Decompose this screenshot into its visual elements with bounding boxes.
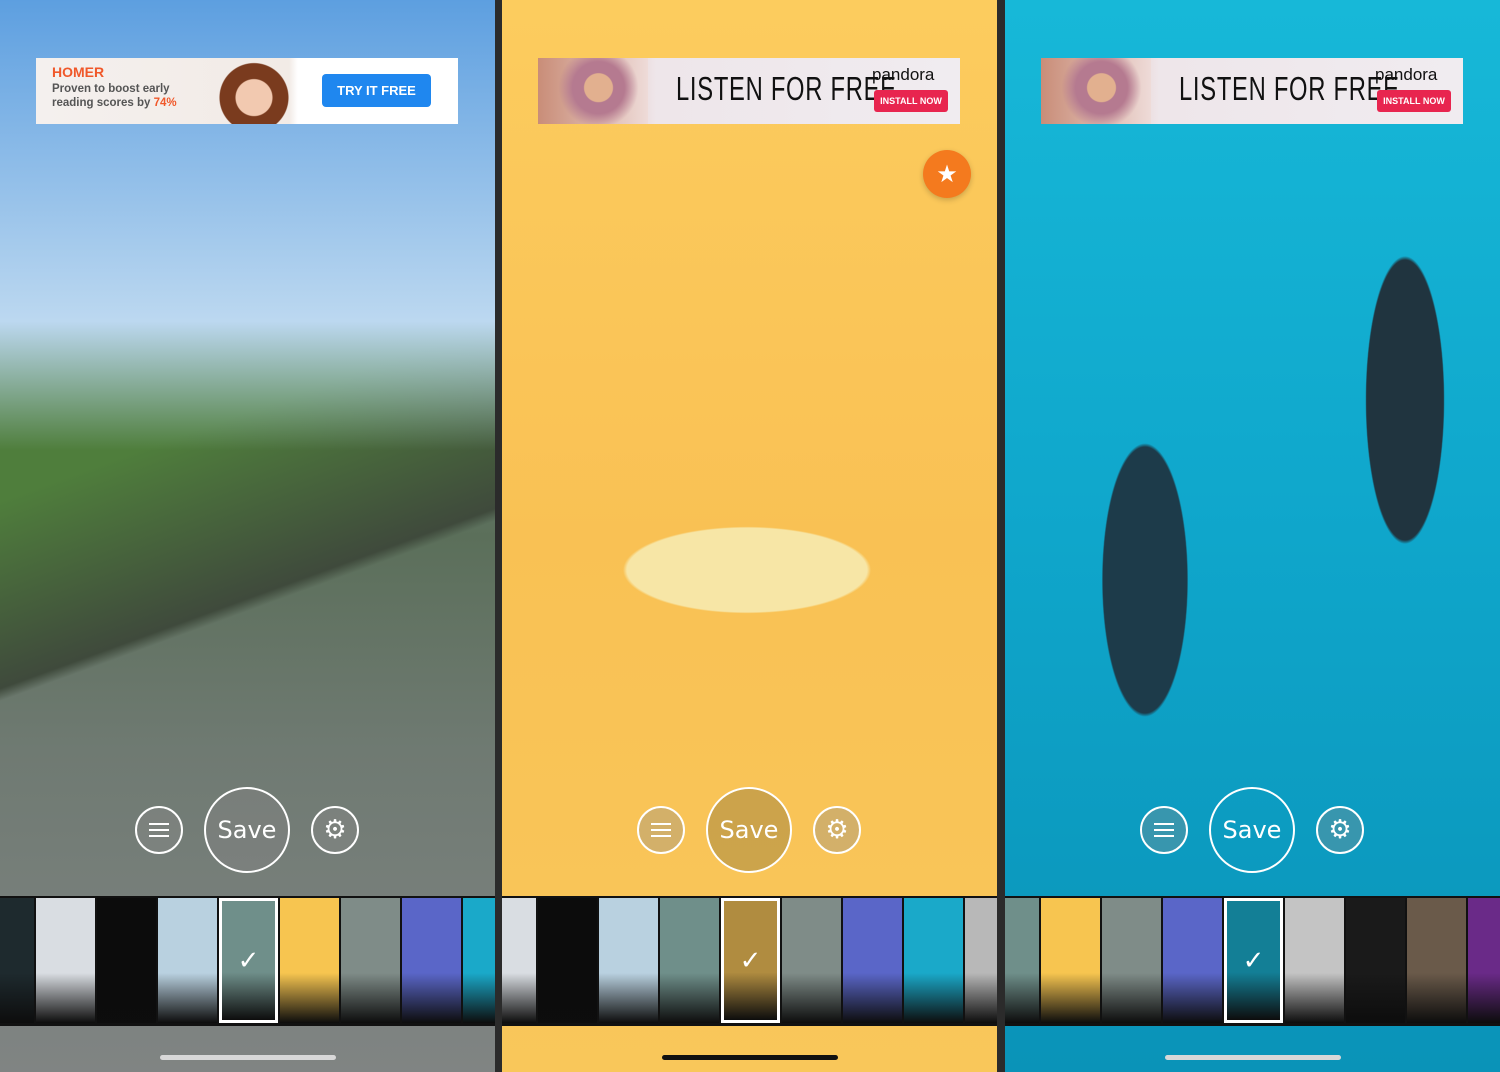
wallpaper-thumbnail[interactable] — [158, 898, 217, 1023]
wallpaper-thumbnail[interactable] — [1041, 898, 1100, 1023]
wallpaper-thumbnail[interactable]: ✓ — [721, 898, 780, 1023]
ad-brand-logo: pandora — [872, 65, 935, 84]
ad-banner[interactable]: LISTEN FOR FREE pandora INSTALL NOW — [538, 58, 960, 124]
list-button[interactable] — [637, 806, 685, 854]
phone-screen-1: HOMER Proven to boost early reading score… — [0, 0, 495, 1072]
home-indicator[interactable] — [1165, 1055, 1341, 1060]
wallpaper-thumbnail[interactable] — [1005, 898, 1039, 1023]
list-button[interactable] — [135, 806, 183, 854]
star-icon: ★ — [936, 160, 958, 188]
ad-highlight: 74% — [153, 97, 177, 109]
wallpaper-thumbnail[interactable] — [0, 898, 34, 1023]
wallpaper-thumbnail[interactable] — [280, 898, 339, 1023]
try-it-free-button[interactable]: TRY IT FREE — [322, 74, 431, 107]
wallpaper-thumbnail[interactable] — [843, 898, 902, 1023]
checkmark-icon: ✓ — [237, 945, 260, 976]
ad-image — [214, 58, 294, 124]
wallpaper-thumbnail[interactable]: ✓ — [1224, 898, 1283, 1023]
wallpaper-thumbnail[interactable] — [1102, 898, 1161, 1023]
settings-button[interactable]: ⚙ — [813, 806, 861, 854]
wallpaper-thumbnail[interactable] — [402, 898, 461, 1023]
wallpaper-thumbnail[interactable] — [599, 898, 658, 1023]
save-button[interactable]: Save — [1209, 787, 1295, 873]
phone-screen-3: LISTEN FOR FREE pandora INSTALL NOW Save ⚙ ✓ — [1005, 0, 1500, 1072]
phone-screen-2: LISTEN FOR FREE pandora INSTALL NOW ★ Save ⚙ ✓ — [502, 0, 997, 1072]
ad-image — [1041, 58, 1151, 124]
install-now-button[interactable]: INSTALL NOW — [1377, 90, 1451, 112]
wallpaper-thumbnail[interactable] — [97, 898, 156, 1023]
ad-banner[interactable]: HOMER Proven to boost early reading score… — [36, 58, 458, 124]
wallpaper-thumbnail[interactable] — [1285, 898, 1344, 1023]
wallpaper-thumbnail[interactable] — [502, 898, 536, 1023]
wallpaper-thumbnail[interactable] — [1163, 898, 1222, 1023]
wallpaper-thumbnail[interactable] — [341, 898, 400, 1023]
home-indicator[interactable] — [160, 1055, 336, 1060]
wallpaper-thumbnail[interactable] — [1407, 898, 1466, 1023]
ad-image — [538, 58, 648, 124]
checkmark-icon: ✓ — [739, 945, 762, 976]
list-icon — [149, 823, 169, 837]
ad-banner[interactable]: LISTEN FOR FREE pandora INSTALL NOW — [1041, 58, 1463, 124]
ad-text: Proven to boost early reading scores by … — [52, 82, 212, 110]
wallpaper-thumbnail-strip[interactable]: ✓ — [502, 896, 997, 1026]
wallpaper-thumbnail-strip[interactable]: ✓ — [0, 896, 495, 1026]
wallpaper-thumbnail-strip[interactable]: ✓ — [1005, 896, 1500, 1026]
list-icon — [651, 823, 671, 837]
gear-icon: ⚙ — [825, 815, 849, 845]
wallpaper-thumbnail[interactable] — [904, 898, 963, 1023]
home-indicator[interactable] — [662, 1055, 838, 1060]
save-button[interactable]: Save — [204, 787, 290, 873]
ad-headline: LISTEN FOR FREE — [1179, 70, 1400, 107]
wallpaper-thumbnail[interactable] — [782, 898, 841, 1023]
wallpaper-thumbnail[interactable] — [538, 898, 597, 1023]
gear-icon: ⚙ — [323, 815, 347, 845]
install-now-button[interactable]: INSTALL NOW — [874, 90, 948, 112]
ad-brand-logo: HOMER — [52, 64, 105, 80]
ad-brand-logo: pandora — [1375, 65, 1438, 84]
wallpaper-thumbnail[interactable] — [36, 898, 95, 1023]
list-icon — [1154, 823, 1174, 837]
settings-button[interactable]: ⚙ — [311, 806, 359, 854]
wallpaper-thumbnail[interactable]: ✓ — [219, 898, 278, 1023]
settings-button[interactable]: ⚙ — [1316, 806, 1364, 854]
wallpaper-thumbnail[interactable] — [965, 898, 997, 1023]
list-button[interactable] — [1140, 806, 1188, 854]
gear-icon: ⚙ — [1328, 815, 1352, 845]
wallpaper-thumbnail[interactable] — [1346, 898, 1405, 1023]
checkmark-icon: ✓ — [1242, 945, 1265, 976]
ad-headline: LISTEN FOR FREE — [676, 70, 897, 107]
favorite-button[interactable]: ★ — [923, 150, 971, 198]
ad-text-body: Proven to boost early reading scores by — [52, 83, 170, 109]
wallpaper-thumbnail[interactable] — [1468, 898, 1500, 1023]
wallpaper-thumbnail[interactable] — [660, 898, 719, 1023]
wallpaper-thumbnail[interactable] — [463, 898, 495, 1023]
save-button[interactable]: Save — [706, 787, 792, 873]
